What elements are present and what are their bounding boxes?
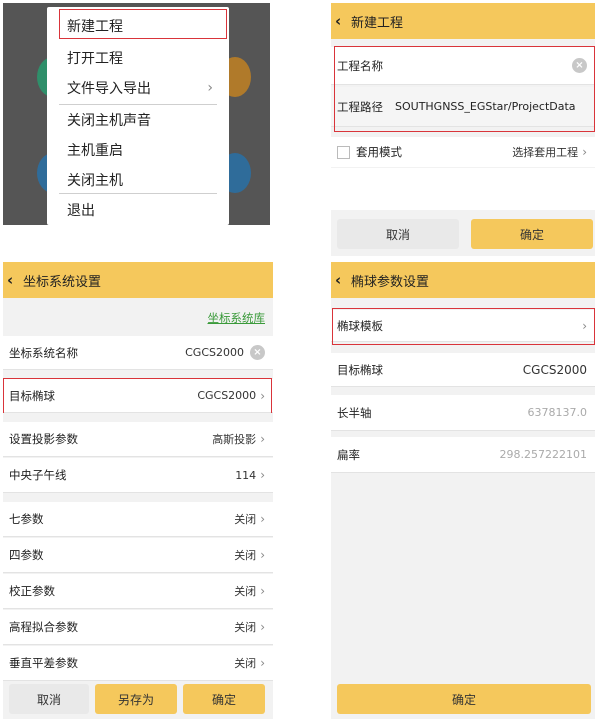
row-value: 高斯投影 [212, 433, 257, 446]
header: ‹ 新建工程 [331, 3, 595, 39]
row-value: 6378137.0 [527, 406, 588, 419]
row-value: 关闭 [234, 549, 257, 562]
spacer [331, 345, 595, 353]
ok-button[interactable]: 确定 [337, 684, 591, 714]
row-value: CGCS2000 [185, 346, 244, 359]
projection-row[interactable]: 设置投影参数 高斯投影 › [3, 422, 273, 457]
back-chevron-icon[interactable]: ‹ [7, 271, 23, 289]
ellipsoid-panel: ‹ 椭球参数设置 椭球模板 › 目标椭球 CGCS2000 长半轴 637813… [331, 262, 595, 719]
menu-item-shutdown-receiver[interactable]: 关闭主机 [67, 165, 217, 195]
chevron-right-icon: › [260, 656, 265, 670]
menu-item-open-project[interactable]: 打开工程 [67, 43, 217, 73]
context-menu: 新建工程 打开工程 文件导入导出 › 关闭主机声音 主机重启 关闭主机 退出 [47, 7, 229, 225]
target-ellipsoid-row[interactable]: 目标椭球 CGCS2000 › [3, 379, 273, 413]
menu-item-restart-receiver[interactable]: 主机重启 [67, 135, 217, 165]
flattening-row[interactable]: 扁率 298.257222101 [331, 437, 595, 473]
row-value: 关闭 [234, 513, 257, 526]
ok-button[interactable]: 确定 [471, 219, 593, 249]
row-value: CGCS2000 [522, 362, 587, 377]
chevron-right-icon: › [260, 432, 265, 446]
menu-divider [59, 193, 217, 194]
calibration-param-row[interactable]: 校正参数 关闭 › [3, 574, 273, 609]
chevron-right-icon: › [260, 512, 265, 526]
clear-icon[interactable]: × [572, 58, 587, 73]
cancel-button[interactable]: 取消 [9, 684, 89, 714]
coord-library-link[interactable]: 坐标系统库 [208, 310, 266, 326]
chevron-right-icon: › [260, 584, 265, 598]
vertical-adjust-row[interactable]: 垂直平差参数 关闭 › [3, 646, 273, 681]
row-value: 关闭 [234, 657, 257, 670]
ok-button[interactable]: 确定 [183, 684, 265, 714]
coord-system-panel: ‹ 坐标系统设置 坐标系统库 坐标系统名称 CGCS2000 × 目标椭球 CGC… [3, 262, 273, 719]
row-value: 关闭 [234, 621, 257, 634]
page-title: 椭球参数设置 [351, 274, 430, 290]
menu-item-import-export[interactable]: 文件导入导出 › [67, 73, 217, 103]
spacer [331, 387, 595, 395]
row-label: 垂直平差参数 [9, 656, 78, 670]
chevron-right-icon: › [582, 145, 587, 159]
row-value: 298.257222101 [499, 448, 587, 461]
menu-item-exit[interactable]: 退出 [67, 195, 217, 225]
cancel-button[interactable]: 取消 [337, 219, 459, 249]
page-title: 新建工程 [351, 15, 404, 31]
row-label: 四参数 [9, 548, 44, 562]
field-label: 工程名称 [337, 58, 383, 73]
spacer [331, 168, 595, 210]
height-fitting-row[interactable]: 高程拟合参数 关闭 › [3, 610, 273, 645]
target-ellipsoid-row: 目标椭球 CGCS2000 [331, 353, 595, 387]
row-label: 中央子午线 [9, 468, 67, 482]
chevron-right-icon: › [207, 80, 213, 96]
checkbox-icon[interactable] [337, 145, 350, 159]
row-label: 校正参数 [9, 584, 55, 598]
spacer [331, 298, 595, 308]
row-label: 椭球模板 [337, 318, 383, 333]
row-label: 设置投影参数 [9, 432, 78, 446]
coord-name-row[interactable]: 坐标系统名称 CGCS2000 × [3, 336, 273, 370]
clear-icon[interactable]: × [250, 345, 265, 360]
spacer [3, 413, 273, 422]
path-value: SOUTHGNSS_EGStar/ProjectData [395, 100, 576, 113]
new-project-panel: ‹ 新建工程 工程名称 × 工程路径 SOUTHGNSS_EGStar/Proj… [331, 3, 595, 256]
project-name-field[interactable]: 工程名称 × [331, 47, 595, 85]
back-chevron-icon[interactable]: ‹ [335, 271, 351, 289]
menu-item-label: 文件导入导出 [67, 81, 151, 97]
menu-panel: 新建工程 打开工程 文件导入导出 › 关闭主机声音 主机重启 关闭主机 退出 [3, 3, 270, 225]
row-value: CGCS2000 [197, 389, 257, 402]
template-mode-checkbox[interactable]: 套用模式 [337, 144, 402, 160]
seven-param-row[interactable]: 七参数 关闭 › [3, 502, 273, 537]
spacer [3, 370, 273, 376]
row-label: 高程拟合参数 [9, 620, 78, 634]
four-param-row[interactable]: 四参数 关闭 › [3, 538, 273, 573]
header: ‹ 坐标系统设置 [3, 262, 273, 298]
chevron-right-icon: › [260, 548, 265, 562]
spacer [3, 493, 273, 502]
select-template-link[interactable]: 选择套用工程 › [512, 144, 587, 160]
semi-major-axis-row[interactable]: 长半轴 6378137.0 [331, 395, 595, 431]
menu-item-new-project[interactable]: 新建工程 [67, 11, 217, 41]
row-label: 目标椭球 [9, 388, 55, 403]
menu-item-mute-receiver[interactable]: 关闭主机声音 [67, 105, 217, 135]
header: ‹ 椭球参数设置 [331, 262, 595, 298]
row-label: 目标椭球 [337, 362, 383, 377]
central-meridian-row[interactable]: 中央子午线 114 › [3, 458, 273, 493]
template-mode-row[interactable]: 套用模式 选择套用工程 › [331, 137, 595, 167]
ellipsoid-template-row[interactable]: 椭球模板 › [331, 310, 595, 342]
row-value: 114 [235, 468, 257, 482]
row-label: 坐标系统名称 [9, 345, 78, 360]
chevron-right-icon: › [260, 388, 265, 403]
row-value: 关闭 [234, 585, 257, 598]
chevron-right-icon: › [260, 620, 265, 634]
page-title: 坐标系统设置 [23, 274, 102, 290]
back-chevron-icon[interactable]: ‹ [335, 12, 351, 30]
row-label: 七参数 [9, 512, 44, 526]
field-label: 工程路径 [337, 99, 383, 114]
checkbox-label: 套用模式 [356, 145, 402, 159]
select-template-label: 选择套用工程 [512, 146, 579, 159]
chevron-right-icon: › [582, 318, 587, 333]
row-label: 扁率 [337, 447, 360, 462]
project-path-field[interactable]: 工程路径 SOUTHGNSS_EGStar/ProjectData [331, 87, 595, 127]
chevron-right-icon: › [260, 468, 265, 482]
save-as-button[interactable]: 另存为 [95, 684, 177, 714]
row-label: 长半轴 [337, 405, 372, 420]
